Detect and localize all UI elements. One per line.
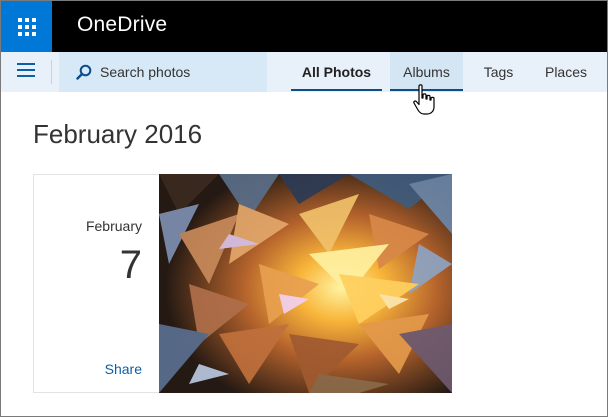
search-box[interactable]: Search photos	[59, 52, 267, 92]
hamburger-menu-icon	[17, 62, 35, 82]
top-app-bar: OneDrive	[1, 1, 607, 52]
command-bar: Search photos All Photos Albums Tags Pla…	[1, 52, 607, 92]
tab-all-photos[interactable]: All Photos	[291, 52, 382, 92]
tab-places[interactable]: Places	[534, 52, 598, 92]
share-link[interactable]: Share	[105, 361, 142, 377]
abstract-shards-photo	[159, 174, 452, 393]
tab-tags[interactable]: Tags	[471, 52, 526, 92]
search-icon	[76, 64, 92, 80]
date-group-card: February 7 Share	[33, 174, 159, 393]
active-tab-indicator	[291, 89, 382, 91]
tab-albums[interactable]: Albums	[390, 52, 463, 92]
app-title[interactable]: OneDrive	[77, 13, 167, 37]
nav-menu-button[interactable]	[1, 52, 51, 92]
app-launcher-button[interactable]	[1, 1, 52, 52]
hover-tab-indicator	[390, 89, 463, 91]
date-day: 7	[119, 243, 142, 287]
page-title: February 2016	[33, 119, 203, 149]
date-month: February	[85, 218, 142, 234]
divider	[51, 60, 52, 84]
search-input[interactable]: Search photos	[100, 64, 190, 80]
app-window: OneDrive Search photos All Photos Albums…	[0, 0, 608, 417]
app-launcher-waffle-icon	[17, 17, 36, 36]
photo-thumbnail[interactable]	[159, 174, 452, 393]
